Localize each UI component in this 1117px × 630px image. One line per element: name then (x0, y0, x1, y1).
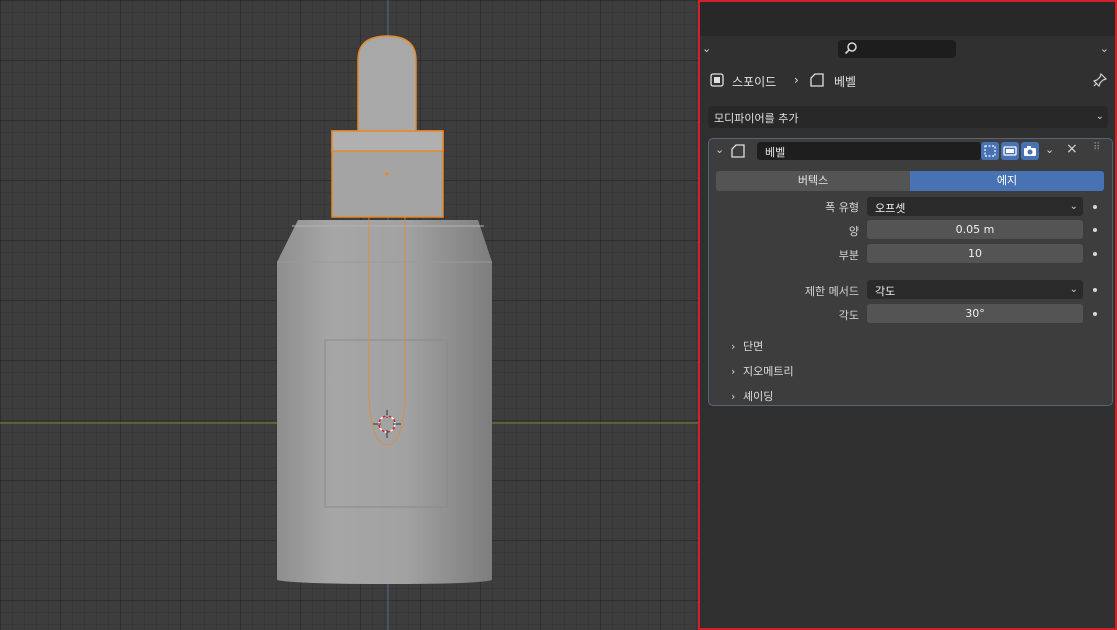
limit-method-select[interactable]: 각도 ⌄ (867, 280, 1083, 299)
segments-label: 부분 (838, 249, 859, 262)
subpanel-profile[interactable]: › 단면 (731, 338, 763, 354)
chevron-down-icon: ⌄ (1095, 111, 1104, 122)
breadcrumb-separator: › (794, 73, 799, 87)
edit-mode-toggle-icon[interactable] (981, 142, 999, 160)
close-icon[interactable]: × (1066, 141, 1078, 157)
subpanel-shading[interactable]: › 셰이딩 (731, 388, 773, 404)
chevron-right-icon: › (731, 365, 736, 378)
properties-header: ⌄ ⌄ (700, 36, 1115, 62)
bevel-modifier-icon (810, 73, 824, 87)
chevron-right-icon: › (731, 340, 736, 353)
keyframe-dot-icon[interactable] (1093, 252, 1097, 256)
add-modifier-button[interactable]: 모디파이어를 추가 ⌄ (708, 106, 1108, 128)
options-chevron-icon[interactable]: ⌄ (1100, 42, 1109, 55)
add-modifier-label: 모디파이어를 추가 (714, 112, 799, 125)
affect-vertices-button[interactable]: 버텍스 (716, 171, 910, 191)
collapse-chevron-icon[interactable]: ⌄ (715, 143, 724, 156)
bevel-modifier-icon (731, 144, 745, 158)
render-toggle-icon[interactable] (1021, 142, 1039, 160)
drag-handle-icon[interactable]: ⠿ (1093, 142, 1100, 153)
subpanel-geometry[interactable]: › 지오메트리 (731, 363, 794, 379)
object-icon (710, 73, 724, 87)
angle-field[interactable]: 30° (867, 304, 1083, 323)
bottle-body[interactable] (277, 220, 492, 584)
viewport-display-toggle-icon[interactable] (1001, 142, 1019, 160)
keyframe-dot-icon[interactable] (1093, 205, 1097, 209)
angle-value: 30° (965, 307, 985, 320)
angle-label: 각도 (838, 309, 859, 322)
chevron-down-icon: ⌄ (1069, 284, 1078, 295)
panel-top-bar (700, 2, 1115, 36)
breadcrumb: 스포이드 › 베벨 (700, 66, 1115, 94)
width-type-select[interactable]: 오프셋 ⌄ (867, 197, 1083, 216)
breadcrumb-modifier[interactable]: 베벨 (834, 73, 856, 90)
amount-field[interactable]: 0.05 m (867, 220, 1083, 239)
dropper-bulb[interactable] (357, 35, 417, 132)
modifier-name-field[interactable]: 베벨 (757, 142, 981, 160)
editor-type-chevron-icon[interactable]: ⌄ (702, 42, 711, 55)
limit-method-label: 제한 메서드 (804, 285, 859, 298)
viewport-scene (0, 0, 698, 630)
search-input[interactable] (838, 40, 956, 58)
width-type-value: 오프셋 (875, 202, 906, 215)
segments-value: 10 (968, 247, 982, 260)
keyframe-dot-icon[interactable] (1093, 288, 1097, 292)
affect-toggle: 버텍스 에지 (716, 171, 1104, 191)
bevel-modifier-panel: ⌄ 베벨 ⌄ × ⠿ 버텍스 에지 폭 유형 오프셋 ⌄ 양 0.05 m 부분… (708, 138, 1113, 406)
3d-viewport[interactable] (0, 0, 698, 630)
search-icon (844, 42, 857, 55)
segments-field[interactable]: 10 (867, 244, 1083, 263)
limit-method-value: 각도 (875, 285, 896, 298)
modifier-menu-chevron-icon[interactable]: ⌄ (1045, 143, 1054, 156)
modifier-name: 베벨 (765, 146, 786, 159)
keyframe-dot-icon[interactable] (1093, 228, 1097, 232)
object-origin (385, 172, 389, 176)
width-type-label: 폭 유형 (825, 201, 859, 214)
pin-icon[interactable] (1093, 73, 1107, 87)
chevron-down-icon: ⌄ (1069, 201, 1078, 212)
chevron-right-icon: › (731, 390, 736, 403)
affect-edges-button[interactable]: 에지 (910, 171, 1104, 191)
properties-editor: ⌄ ⌄ 스포이드 › 베벨 모디파이어를 추가 ⌄ ⌄ 베벨 ⌄ × ⠿ 버텍스… (698, 0, 1117, 630)
breadcrumb-object[interactable]: 스포이드 (732, 73, 776, 90)
keyframe-dot-icon[interactable] (1093, 312, 1097, 316)
amount-label: 양 (848, 225, 859, 238)
dropper-cap[interactable] (331, 130, 444, 218)
amount-value: 0.05 m (955, 223, 995, 236)
modifier-header: ⌄ 베벨 ⌄ × ⠿ (709, 139, 1112, 163)
